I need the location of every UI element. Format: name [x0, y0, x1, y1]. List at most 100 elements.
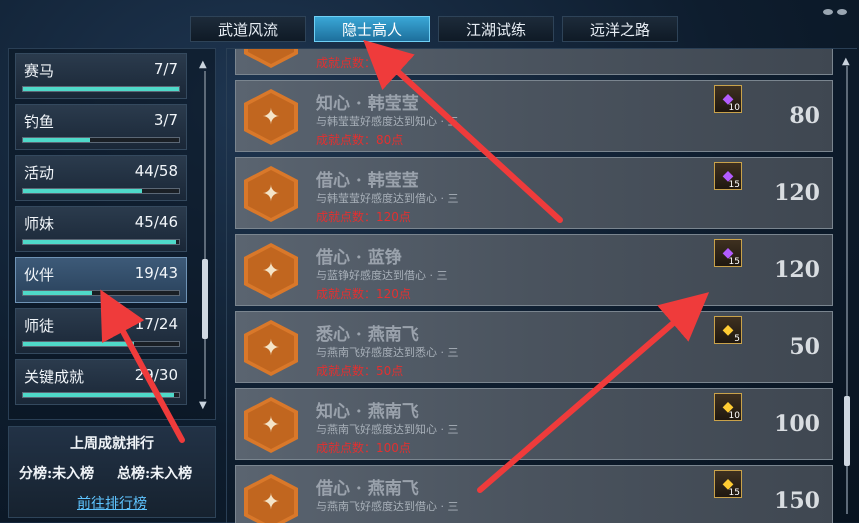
category-item[interactable]: 钓鱼 3/7: [15, 104, 187, 150]
achievement-desc: 与燕南飞好感度达到悉心 · 三: [316, 346, 459, 359]
achievement-score: 120: [774, 257, 820, 283]
reward-chest-icon[interactable]: ◆ 10: [714, 393, 742, 421]
achievement-desc: 与韩莹莹好感度达到知心 · 三: [316, 115, 459, 128]
achievement-score: 100: [774, 411, 820, 437]
category-panel: 赛马 7/7 钓鱼 3/7 活动 44/58 师妹 45/46 伙伴 19/43…: [8, 48, 216, 420]
achievement-desc: 与韩莹莹好感度达到借心 · 三: [316, 192, 459, 205]
progress-fill: [23, 87, 179, 91]
scroll-thumb[interactable]: [202, 259, 208, 339]
achievement-points: 成就点数：50点: [316, 364, 404, 378]
achievement-entry[interactable]: ✦ 借心 · 韩莹莹 与韩莹莹好感度达到借心 · 三 成就点数：120点 ◆ 15…: [235, 157, 833, 229]
achievement-entry[interactable]: ✦ 知心 · 韩莹莹 与韩莹莹好感度达到知心 · 三 成就点数：80点 ◆ 10 …: [235, 80, 833, 152]
achievement-desc: 与蓝铮好感度达到借心 · 三: [316, 269, 448, 282]
achievement-emblem-icon: ✦: [244, 474, 298, 523]
achievement-list: ✦ 成就点数：80点 ✦ 知心 · 韩莹莹 与韩莹莹好感度达到知心 · 三 成就…: [226, 48, 857, 523]
category-item[interactable]: 关键成就 29/30: [15, 359, 187, 405]
list-scrollbar[interactable]: ▲: [842, 56, 852, 516]
scroll-track[interactable]: [204, 71, 206, 399]
scroll-thumb[interactable]: [844, 396, 850, 466]
reward-quantity: 15: [728, 257, 740, 267]
category-item[interactable]: 师徒 17/24: [15, 308, 187, 354]
progress-bar: [22, 188, 180, 194]
progress-bar: [22, 86, 180, 92]
progress-fill: [23, 240, 176, 244]
progress-bar: [22, 341, 180, 347]
achievement-emblem-icon: ✦: [244, 166, 298, 222]
reward-chest-icon[interactable]: ◆ 5: [714, 316, 742, 344]
tab-bar: 武道风流 隐士高人 江湖试练 远洋之路: [190, 16, 678, 42]
achievement-entry[interactable]: ✦ 成就点数：80点: [235, 49, 833, 75]
category-name: 钓鱼: [24, 113, 55, 131]
achievement-score: 150: [774, 488, 820, 514]
category-name: 师妹: [24, 215, 55, 233]
achievement-entry[interactable]: ✦ 知心 · 燕南飞 与燕南飞好感度达到知心 · 三 成就点数：100点 ◆ 10…: [235, 388, 833, 460]
rank-title: 上周成就排行: [70, 436, 154, 452]
category-list: 赛马 7/7 钓鱼 3/7 活动 44/58 师妹 45/46 伙伴 19/43…: [15, 53, 187, 410]
achievement-entry[interactable]: ✦ 借心 · 燕南飞 与燕南飞好感度达到借心 · 三 ◆ 15 150: [235, 465, 833, 523]
progress-fill: [23, 189, 142, 193]
achievement-desc: 与燕南飞好感度达到知心 · 三: [316, 423, 459, 436]
achievement-points: 成就点数：100点: [316, 441, 411, 455]
emblem-glyph: ✦: [248, 93, 294, 141]
emblem-glyph: ✦: [248, 401, 294, 449]
achievement-score: 120: [774, 180, 820, 206]
category-name: 赛马: [24, 62, 55, 80]
category-count: 17/24: [134, 315, 178, 333]
achievement-points: 成就点数：80点: [316, 56, 404, 70]
reward-quantity: 5: [734, 334, 740, 344]
achievement-title: 悉心 · 燕南飞: [316, 325, 419, 345]
emblem-glyph: ✦: [248, 247, 294, 295]
category-item[interactable]: 赛马 7/7: [15, 53, 187, 99]
scroll-down-icon[interactable]: ▼: [199, 400, 207, 411]
category-name: 伙伴: [24, 266, 55, 284]
achievement-title: 知心 · 韩莹莹: [316, 94, 419, 114]
achievement-points: 成就点数：80点: [316, 133, 404, 147]
category-item-selected[interactable]: 伙伴 19/43: [15, 257, 187, 303]
category-count: 45/46: [134, 213, 178, 231]
reward-chest-icon[interactable]: ◆ 10: [714, 85, 742, 113]
category-scrollbar[interactable]: ▲ ▼: [199, 59, 209, 411]
category-count: 44/58: [134, 162, 178, 180]
achievement-points: 成就点数：120点: [316, 210, 411, 224]
reward-chest-icon[interactable]: ◆ 15: [714, 239, 742, 267]
achievement-score: 80: [789, 103, 820, 129]
tab-wudao[interactable]: 武道风流: [190, 16, 306, 42]
category-item[interactable]: 活动 44/58: [15, 155, 187, 201]
reward-chest-icon[interactable]: ◆ 15: [714, 162, 742, 190]
progress-bar: [22, 239, 180, 245]
category-count: 19/43: [134, 264, 178, 282]
tab-yuanyang[interactable]: 远洋之路: [562, 16, 678, 42]
gem-icon: ◆: [722, 322, 734, 338]
progress-fill: [23, 342, 134, 346]
rank-total: 总榜:未入榜: [117, 466, 193, 482]
achievement-emblem-icon: ✦: [244, 320, 298, 376]
progress-bar: [22, 392, 180, 398]
control-dot: [837, 9, 847, 15]
achievement-points: 成就点数：120点: [316, 287, 411, 301]
category-name: 师徒: [24, 317, 55, 335]
reward-quantity: 15: [728, 180, 740, 190]
emblem-glyph: ✦: [248, 324, 294, 372]
achievement-entry[interactable]: ✦ 悉心 · 燕南飞 与燕南飞好感度达到悉心 · 三 成就点数：50点 ◆ 5 5…: [235, 311, 833, 383]
achievement-title: 借心 · 蓝铮: [316, 248, 402, 268]
reward-chest-icon[interactable]: ◆ 15: [714, 470, 742, 498]
achievement-emblem-icon: ✦: [244, 397, 298, 453]
achievement-emblem-icon: ✦: [244, 49, 298, 68]
category-count: 3/7: [153, 111, 178, 129]
progress-bar: [22, 290, 180, 296]
achievement-title: 借心 · 燕南飞: [316, 479, 419, 499]
category-name: 活动: [24, 164, 55, 182]
category-name: 关键成就: [24, 368, 85, 386]
category-item[interactable]: 师妹 45/46: [15, 206, 187, 252]
achievement-entry[interactable]: ✦ 借心 · 蓝铮 与蓝铮好感度达到借心 · 三 成就点数：120点 ◆ 15 1…: [235, 234, 833, 306]
control-dot: [823, 9, 833, 15]
achievement-score: 50: [789, 334, 820, 360]
achievement-desc: 与燕南飞好感度达到借心 · 三: [316, 500, 459, 513]
achievement-emblem-icon: ✦: [244, 243, 298, 299]
tab-jianghu[interactable]: 江湖试练: [438, 16, 554, 42]
weekly-rank-panel: 上周成就排行 分榜:未入榜 总榜:未入榜 前往排行榜: [8, 426, 216, 518]
goto-leaderboard-link[interactable]: 前往排行榜: [9, 493, 215, 513]
scroll-up-icon[interactable]: ▲: [199, 59, 207, 70]
tab-yinshi[interactable]: 隐士高人: [314, 16, 430, 42]
category-count: 7/7: [153, 60, 178, 78]
